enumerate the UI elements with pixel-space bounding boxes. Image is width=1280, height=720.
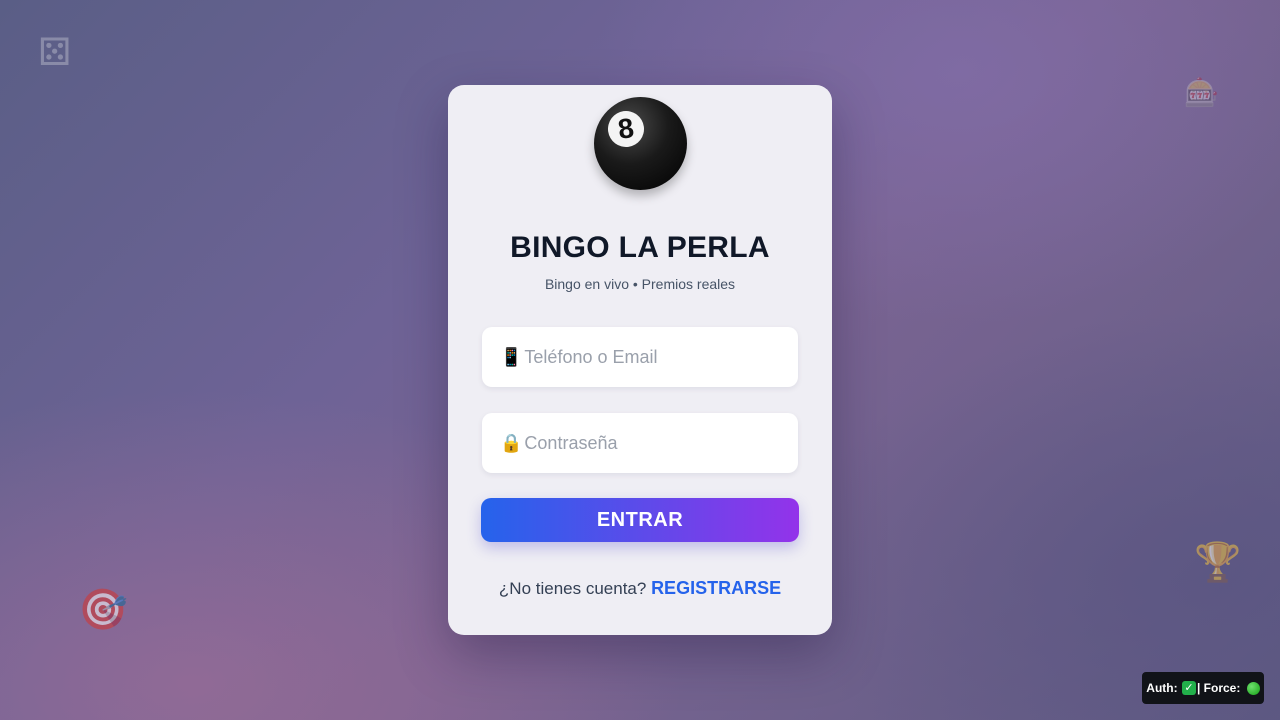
auth-label: Auth: (1146, 681, 1178, 695)
login-card: 8 BINGO LA PERLA Bingo en vivo • Premios… (448, 85, 832, 635)
register-link[interactable]: REGISTRARSE (651, 578, 781, 598)
force-label: | Force: (1196, 681, 1241, 695)
lock-icon: 🔒 (500, 432, 523, 454)
green-dot-icon (1246, 681, 1260, 695)
password-input[interactable] (524, 432, 795, 454)
phone-email-field[interactable]: 📱 (482, 327, 798, 387)
eight-ball-logo-icon: 8 (594, 97, 687, 190)
page-subtitle: Bingo en vivo • Premios reales (544, 276, 736, 292)
signup-text: ¿No tienes cuenta? (498, 579, 647, 598)
logo-number: 8 (616, 112, 636, 145)
target-icon: 🎯 (78, 587, 128, 633)
slot-machine-icon: 🎰 (1184, 76, 1219, 109)
status-badge: Auth: ✓ | Force: (1142, 672, 1264, 704)
page-title: BINGO LA PERLA (510, 231, 770, 264)
login-button[interactable]: ENTRAR (481, 498, 799, 542)
phone-email-input[interactable] (524, 346, 795, 368)
dice-icon: ⚄ (38, 30, 72, 74)
signup-prompt: ¿No tienes cuenta? REGISTRARSE (448, 578, 832, 599)
trophy-icon: 🏆 (1194, 540, 1242, 584)
phone-icon: 📱 (500, 346, 523, 368)
password-field[interactable]: 🔒 (482, 413, 798, 473)
check-icon: ✓ (1181, 681, 1196, 695)
